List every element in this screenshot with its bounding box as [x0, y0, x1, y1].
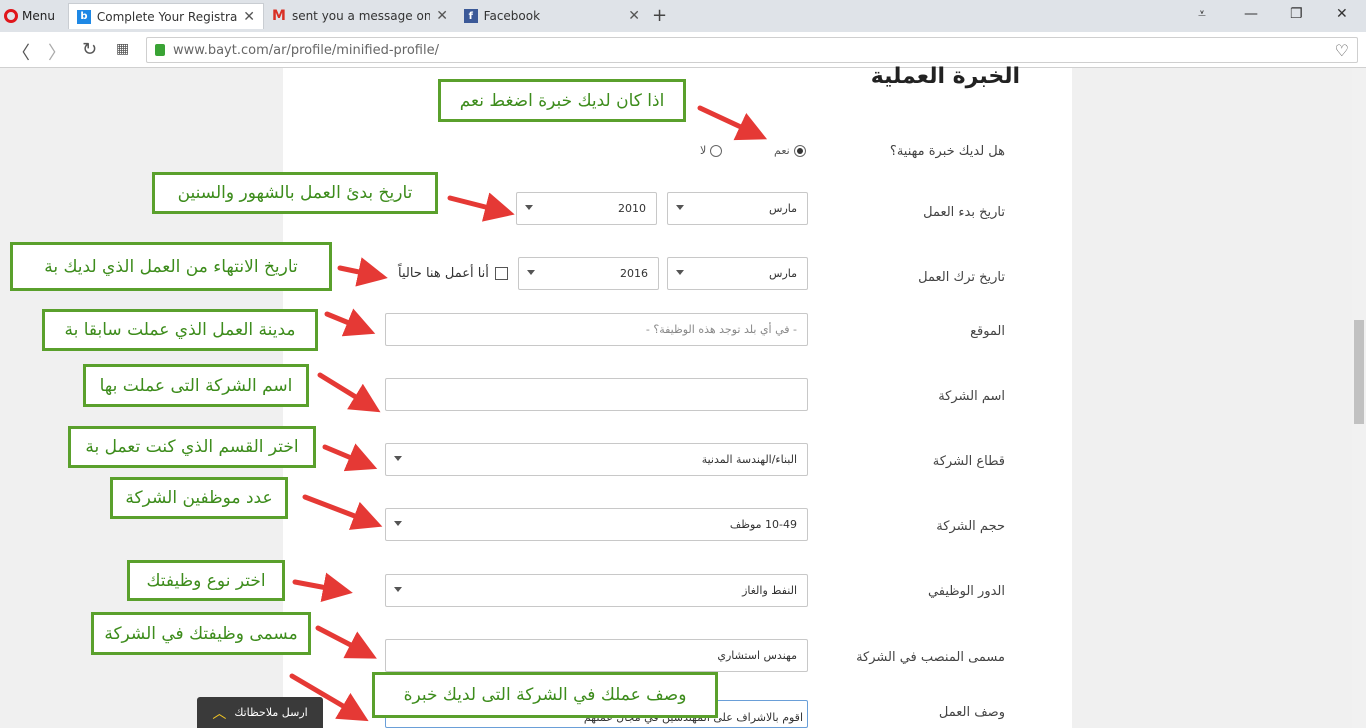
annotation-size-hint: عدد موظفين الشركة [110, 477, 288, 519]
annotation-yes-hint: اذا كان لديك خبرة اضغط نعم [438, 79, 686, 122]
scrollbar-thumb[interactable] [1354, 320, 1364, 424]
start-year-value: 2010 [618, 202, 646, 215]
end-date-label: تاريخ ترك العمل [918, 270, 1005, 285]
annotation-start-hint: تاريخ بدئ العمل بالشهور والسنين [152, 172, 438, 214]
chevron-down-icon [394, 521, 402, 526]
url-field[interactable]: www.bayt.com/ar/profile/minified-profile… [146, 37, 1358, 63]
reload-icon[interactable]: ↻ [82, 39, 97, 60]
lock-icon [155, 44, 165, 56]
end-year-select[interactable]: 2016 [518, 257, 659, 290]
tab-registration[interactable]: b Complete Your Registration ✕ [68, 3, 264, 29]
gmail-favicon-icon: M [272, 8, 286, 24]
annotation-role-hint: اختر نوع وظيفتك [127, 560, 285, 601]
company-sector-value: البناء/الهندسة المدنية [701, 453, 797, 466]
no-label: لا [700, 144, 707, 157]
job-role-select[interactable]: النفط والغاز [385, 574, 808, 607]
chevron-down-icon [394, 587, 402, 592]
company-sector-label: قطاع الشركة [932, 454, 1005, 469]
annotation-title-hint: مسمى وظيفتك في الشركة [91, 612, 311, 655]
start-year-select[interactable]: 2010 [516, 192, 657, 225]
no-radio[interactable] [710, 144, 723, 157]
tab-title: Complete Your Registration [96, 9, 238, 24]
browser-tab-bar: Menu b Complete Your Registration ✕ M se… [0, 0, 1366, 32]
currently-working-checkbox[interactable] [494, 267, 508, 280]
forward-icon[interactable]: 〉 [48, 39, 66, 65]
close-tab-icon[interactable]: ✕ [243, 9, 255, 25]
chevron-down-icon [676, 205, 684, 210]
company-size-label: حجم الشركة [936, 519, 1005, 534]
location-label: الموقع [970, 324, 1005, 339]
company-size-select[interactable]: 10-49 موظف [385, 508, 808, 541]
location-input[interactable]: - في أي بلد توجد هذه الوظيفة؟ - [385, 313, 808, 346]
currently-working-label: أنا أعمل هنا حالياً [398, 266, 489, 281]
company-size-value: 10-49 موظف [729, 518, 797, 531]
job-title-label: مسمى المنصب في الشركة [856, 650, 1005, 665]
chevron-down-icon [525, 205, 533, 210]
facebook-favicon-icon: f [464, 9, 478, 23]
bookmark-heart-icon[interactable]: ♡ [1335, 41, 1349, 60]
job-title-value: مهندس استشاري [717, 649, 797, 662]
start-month-select[interactable]: مارس [667, 192, 808, 225]
end-year-value: 2016 [620, 267, 648, 280]
yes-radio[interactable] [793, 144, 806, 157]
start-month-value: مارس [769, 202, 797, 215]
section-title: الخبرة العملية [870, 64, 1020, 89]
url-text: www.bayt.com/ar/profile/minified-profile… [173, 42, 439, 58]
annotation-end-hint: تاريخ الانتهاء من العمل الذي لديك بة [10, 242, 332, 291]
chevron-down-icon [527, 270, 535, 275]
job-description-label: وصف العمل [938, 705, 1005, 720]
job-role-value: النفط والغاز [742, 584, 797, 597]
chevron-up-icon: ︿ [212, 705, 227, 722]
chevron-down-icon [676, 270, 684, 275]
menu-label: Menu [22, 9, 55, 23]
restore-icon[interactable]: ❐ [1290, 6, 1303, 22]
annotation-sector-hint: اختر القسم الذي كنت تعمل بة [68, 426, 316, 468]
yes-radio-option[interactable]: نعم [774, 144, 806, 157]
tab-gmail[interactable]: M sent you a message on EN ✕ [264, 3, 456, 29]
end-month-select[interactable]: مارس [667, 257, 808, 290]
minimize-icon[interactable]: — [1244, 6, 1258, 22]
location-placeholder: - في أي بلد توجد هذه الوظيفة؟ - [645, 323, 797, 336]
back-icon[interactable]: 〈 [12, 39, 30, 65]
company-sector-select[interactable]: البناء/الهندسة المدنية [385, 443, 808, 476]
new-tab-icon[interactable]: + [652, 5, 667, 26]
browser-menu-button[interactable]: Menu [4, 6, 55, 26]
currently-working-option[interactable]: أنا أعمل هنا حالياً [398, 266, 508, 281]
yes-label: نعم [774, 144, 790, 157]
end-month-value: مارس [769, 267, 797, 280]
tab-title: Facebook [483, 9, 541, 23]
close-window-icon[interactable]: ✕ [1336, 6, 1348, 22]
job-title-input[interactable]: مهندس استشاري [385, 639, 808, 672]
feedback-button[interactable]: ارسل ملاحظاتك ︿ [197, 697, 323, 728]
start-date-label: تاريخ بدء العمل [923, 205, 1005, 220]
tab-menu-icon[interactable]: ⩡ [1198, 6, 1206, 22]
annotation-description-hint: وصف عملك في الشركة التى لديك خبرة [372, 672, 718, 718]
bayt-favicon-icon: b [77, 9, 91, 24]
close-tab-icon[interactable]: ✕ [628, 8, 640, 24]
job-role-label: الدور الوظيفي [927, 584, 1005, 599]
close-tab-icon[interactable]: ✕ [436, 8, 448, 24]
tab-facebook[interactable]: f Facebook ✕ [456, 3, 648, 29]
annotation-location-hint: مدينة العمل الذي عملت سابقا بة [42, 309, 318, 351]
experience-question-label: هل لديك خبرة مهنية؟ [889, 144, 1005, 159]
feedback-label: ارسل ملاحظاتك [234, 706, 308, 719]
opera-logo-icon [4, 9, 18, 23]
speed-dial-icon[interactable]: ▦ [116, 41, 129, 57]
annotation-company-hint: اسم الشركة التى عملت بها [83, 364, 309, 407]
company-name-label: اسم الشركة [938, 389, 1005, 404]
no-radio-option[interactable]: لا [700, 144, 723, 157]
chevron-down-icon [394, 456, 402, 461]
tab-title: sent you a message on EN [291, 9, 431, 23]
company-name-input[interactable] [385, 378, 808, 411]
address-bar: 〈 〉 ↻ ▦ www.bayt.com/ar/profile/minified… [0, 32, 1366, 68]
